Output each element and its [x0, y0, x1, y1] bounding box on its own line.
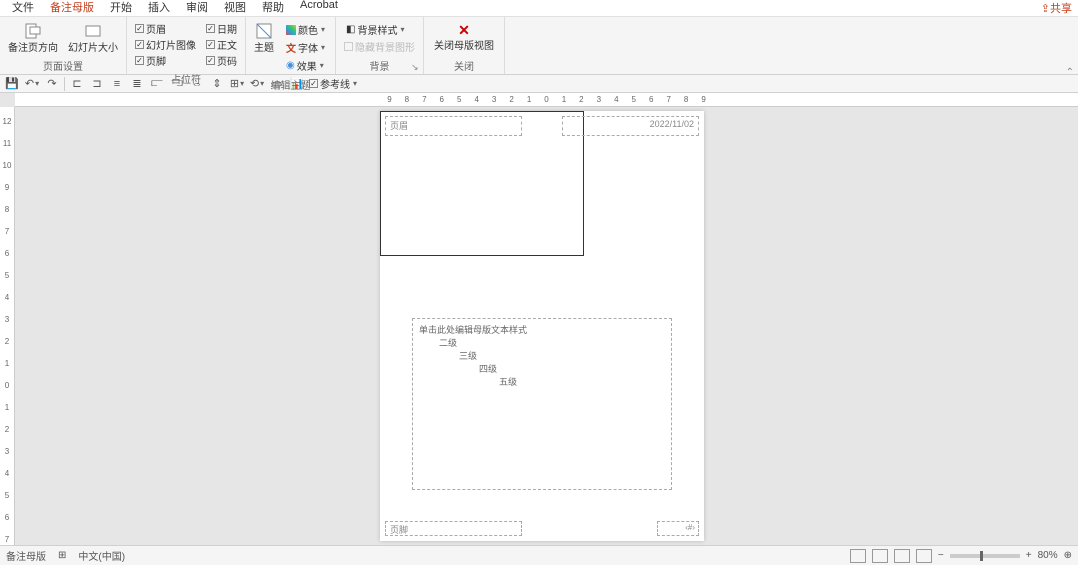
accessibility-icon[interactable]: ⊞	[58, 550, 66, 561]
qat-sep	[64, 77, 65, 91]
chk-slide-image-label: 幻灯片图像	[146, 37, 196, 52]
orientation-label: 备注页方向	[8, 43, 58, 54]
background-launcher[interactable]: ↘	[411, 62, 421, 72]
chk-date-label: 日期	[217, 21, 237, 36]
chk-pagenum-label: 页码	[217, 53, 237, 68]
ph-pagenum[interactable]: ‹#›	[657, 521, 699, 536]
fonts-icon: 文	[286, 40, 296, 55]
effects-label: 效果	[297, 58, 317, 73]
colors-icon	[286, 25, 296, 35]
group-background-label: 背景	[340, 57, 419, 74]
share-label: 共享	[1050, 0, 1072, 16]
view-sorter[interactable]	[872, 549, 888, 563]
vertical-ruler: 1211109876543210123456789101112	[0, 107, 15, 545]
share-icon: ⇪	[1041, 2, 1050, 15]
qat-align-1[interactable]: ⊏	[69, 76, 85, 92]
horizontal-ruler: 9876543210123456789	[15, 93, 1078, 107]
chk-hide-bg: 隐藏背景图形	[344, 39, 415, 54]
zoom-out[interactable]: −	[938, 550, 944, 561]
slide-size-icon	[83, 21, 103, 41]
theme-fonts-button[interactable]: 文字体▾	[284, 39, 327, 56]
close-master-label: 关闭母版视图	[434, 41, 494, 52]
fonts-label: 字体	[298, 40, 318, 55]
view-slideshow[interactable]	[916, 549, 932, 563]
notes-page[interactable]: 页眉 2022/11/02 单击此处编辑母版文本样式 二级 三级 四级 五级 页…	[380, 111, 704, 541]
chk-footer[interactable]: ✓页脚	[135, 53, 196, 68]
chk-header-label: 页眉	[146, 21, 166, 36]
chk-date[interactable]: ✓日期	[206, 21, 237, 36]
ph-date[interactable]: 2022/11/02	[562, 116, 699, 136]
effects-icon: ◉	[286, 60, 295, 71]
status-lang[interactable]: 中文(中国)	[78, 548, 125, 563]
group-theme-label: 编辑主题	[250, 76, 331, 93]
zoom-thumb[interactable]	[980, 551, 983, 561]
chk-header[interactable]: ✓页眉	[135, 21, 196, 36]
share-button[interactable]: ⇪共享	[1041, 0, 1072, 16]
orientation-icon	[23, 21, 43, 41]
chk-pagenum[interactable]: ✓页码	[206, 53, 237, 68]
group-placeholders-label: 占位符	[131, 70, 241, 87]
colors-label: 颜色	[298, 22, 318, 37]
bg-styles-icon: ◧	[346, 24, 355, 35]
qat-align-3[interactable]: ≡	[109, 76, 125, 92]
zoom-level[interactable]: 80%	[1038, 550, 1058, 561]
themes-icon	[254, 21, 274, 41]
page-orientation-button[interactable]: 备注页方向	[4, 19, 62, 56]
chk-body-label: 正文	[217, 37, 237, 52]
group-page-setup-label: 页面设置	[4, 57, 122, 74]
ph-body-text[interactable]: 单击此处编辑母版文本样式 二级 三级 四级 五级	[412, 318, 672, 490]
themes-button[interactable]: 主题	[250, 19, 278, 56]
themes-label: 主题	[254, 43, 274, 54]
slide-size-button[interactable]: 幻灯片大小	[64, 19, 122, 56]
text-level-2: 二级	[419, 336, 665, 349]
close-icon: ✕	[455, 21, 473, 39]
group-close-label: 关闭	[428, 57, 500, 74]
slide-size-label: 幻灯片大小	[68, 43, 118, 54]
text-level-1: 单击此处编辑母版文本样式	[419, 323, 665, 336]
view-normal[interactable]	[850, 549, 866, 563]
qat-redo[interactable]: ↷	[44, 76, 60, 92]
chk-slide-image[interactable]: ✓幻灯片图像	[135, 37, 196, 52]
bg-styles-button[interactable]: ◧背景样式▾	[344, 21, 415, 38]
text-level-5: 五级	[419, 375, 665, 388]
qat-save[interactable]: 💾	[4, 76, 20, 92]
collapse-ribbon-button[interactable]: ⌃	[1066, 67, 1074, 78]
hide-bg-label: 隐藏背景图形	[355, 39, 415, 54]
qat-undo[interactable]: ↶▾	[24, 76, 40, 92]
qat-align-2[interactable]: ⊐	[89, 76, 105, 92]
zoom-in[interactable]: +	[1026, 550, 1032, 561]
close-master-button[interactable]: ✕ 关闭母版视图	[428, 19, 500, 54]
theme-colors-button[interactable]: 颜色▾	[284, 21, 327, 38]
chk-body[interactable]: ✓正文	[206, 37, 237, 52]
theme-effects-button[interactable]: ◉效果▾	[284, 57, 327, 74]
text-level-4: 四级	[419, 362, 665, 375]
bg-styles-label: 背景样式	[357, 22, 397, 37]
chk-footer-label: 页脚	[146, 53, 166, 68]
ph-header[interactable]: 页眉	[385, 116, 522, 136]
fit-window[interactable]: ⊕	[1064, 550, 1072, 561]
ph-footer[interactable]: 页脚	[385, 521, 522, 536]
zoom-slider[interactable]	[950, 554, 1020, 558]
status-master: 备注母版	[6, 548, 46, 563]
view-reading[interactable]	[894, 549, 910, 563]
text-level-3: 三级	[419, 349, 665, 362]
